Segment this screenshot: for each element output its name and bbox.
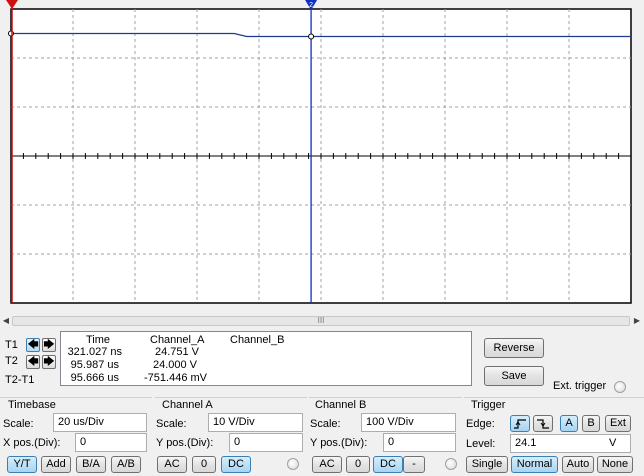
ext-trigger-terminal[interactable] <box>614 381 626 393</box>
channel-b-ypos-label: Y pos.(Div): <box>310 437 368 449</box>
channel-a-dc-button[interactable]: DC <box>221 456 251 473</box>
cursor-readout-panel: Time Channel_A Channel_B 321.027 ns 24.7… <box>60 331 472 386</box>
mode-add-button[interactable]: Add <box>41 456 71 473</box>
horizontal-scrollbar[interactable]: ◀ III ▶ <box>0 314 644 328</box>
trigger-source-ext-button[interactable]: Ext <box>605 415 631 432</box>
trigger-single-button[interactable]: Single <box>466 456 508 473</box>
cursor-2-label: 2 <box>309 2 313 9</box>
trace-marker-t2 <box>308 33 315 40</box>
channel-a-ypos-label: Y pos.(Div): <box>156 437 214 449</box>
channel-b-scale-label: Scale: <box>310 418 341 430</box>
channel-a-title: Channel A <box>162 399 213 411</box>
trigger-source-b-button[interactable]: B <box>582 415 600 432</box>
timebase-xpos-field[interactable]: 0 <box>75 433 147 452</box>
rising-edge-icon[interactable] <box>510 415 530 432</box>
channel-b-ypos-field[interactable]: 0 <box>383 433 456 452</box>
trigger-level-label: Level: <box>466 438 496 450</box>
trigger-level-unit: V <box>609 437 617 449</box>
t1-right-arrow-icon[interactable]: 🡆 <box>42 338 56 352</box>
readout-t1-time: 321.027 ns <box>67 346 122 358</box>
reverse-button[interactable]: Reverse <box>484 338 544 358</box>
timebase-title: Timebase <box>8 399 56 411</box>
timebase-group: Timebase Scale: 20 us/Div X pos.(Div): 0… <box>0 397 152 476</box>
channel-a-scale-label: Scale: <box>156 418 187 430</box>
t1-label: T1 <box>5 339 18 351</box>
t2-left-arrow-icon[interactable]: 🡄 <box>26 355 40 369</box>
trigger-level-field[interactable]: 24.1 V <box>510 434 631 453</box>
t1-left-arrow-icon[interactable]: 🡄 <box>26 338 40 352</box>
mode-ba-button[interactable]: B/A <box>76 456 106 473</box>
trigger-auto-button[interactable]: Auto <box>562 456 594 473</box>
channel-b-dc-button[interactable]: DC <box>373 456 403 473</box>
timebase-scale-label: Scale: <box>3 418 34 430</box>
oscilloscope-display[interactable]: 2 <box>0 0 644 314</box>
trigger-none-button[interactable]: None <box>597 456 633 473</box>
scroll-left-icon[interactable]: ◀ <box>0 315 12 327</box>
trigger-level-value: 24.1 <box>515 437 537 449</box>
channel-b-zero-button[interactable]: 0 <box>346 456 370 473</box>
timebase-scale-field[interactable]: 20 us/Div <box>53 413 147 432</box>
scrollbar-thumb[interactable]: III <box>12 316 630 326</box>
scroll-right-icon[interactable]: ▶ <box>631 315 643 327</box>
readout-header-time: Time <box>86 334 111 346</box>
trigger-edge-label: Edge: <box>466 418 495 430</box>
channel-b-minus-button[interactable]: - <box>403 456 425 473</box>
channel-a-zero-button[interactable]: 0 <box>192 456 216 473</box>
readout-diff-time: 95.666 us <box>70 372 119 384</box>
readout-header-channel-a: Channel_A <box>150 334 205 346</box>
t2-t1-label: T2-T1 <box>5 374 35 386</box>
channel-b-group: Channel B Scale: 100 V/Div Y pos.(Div): … <box>309 397 462 476</box>
channel-b-terminal[interactable] <box>445 458 457 470</box>
scope-screen[interactable]: 2 <box>0 0 644 314</box>
channel-a-ac-button[interactable]: AC <box>157 456 187 473</box>
channel-a-group: Channel A Scale: 10 V/Div Y pos.(Div): 0… <box>155 397 307 476</box>
t2-right-arrow-icon[interactable]: 🡆 <box>42 355 56 369</box>
cursor-1-handle-icon <box>6 0 18 9</box>
timebase-xpos-label: X pos.(Div): <box>3 437 61 449</box>
trigger-normal-button[interactable]: Normal <box>511 456 558 473</box>
t2-label: T2 <box>5 355 18 367</box>
save-button[interactable]: Save <box>484 366 544 386</box>
channel-a-ypos-field[interactable]: 0 <box>229 433 303 452</box>
trigger-source-a-button[interactable]: A <box>560 415 578 432</box>
channel-b-ac-button[interactable]: AC <box>312 456 342 473</box>
mode-yt-button[interactable]: Y/T <box>7 456 37 473</box>
trigger-title: Trigger <box>471 399 506 411</box>
readout-t2-channel-a: 24.000 V <box>152 359 197 371</box>
trigger-group: Trigger Edge: A B Ext Level: 24.1 V Sing… <box>464 397 644 476</box>
channel-b-title: Channel B <box>315 399 367 411</box>
readout-t1-channel-a: 24.751 V <box>154 346 199 358</box>
falling-edge-icon[interactable] <box>533 415 553 432</box>
channel-b-scale-field[interactable]: 100 V/Div <box>361 413 456 432</box>
channel-a-scale-field[interactable]: 10 V/Div <box>208 413 303 432</box>
scrollbar-grip: III <box>317 316 325 325</box>
ext-trigger-label: Ext. trigger <box>553 380 607 392</box>
readout-diff-channel-a: -751.446 mV <box>144 372 207 384</box>
readout-t2-time: 95.987 us <box>70 359 119 371</box>
readout-header-channel-b: Channel_B <box>230 334 285 346</box>
channel-a-terminal[interactable] <box>287 458 299 470</box>
mode-ab-button[interactable]: A/B <box>111 456 141 473</box>
